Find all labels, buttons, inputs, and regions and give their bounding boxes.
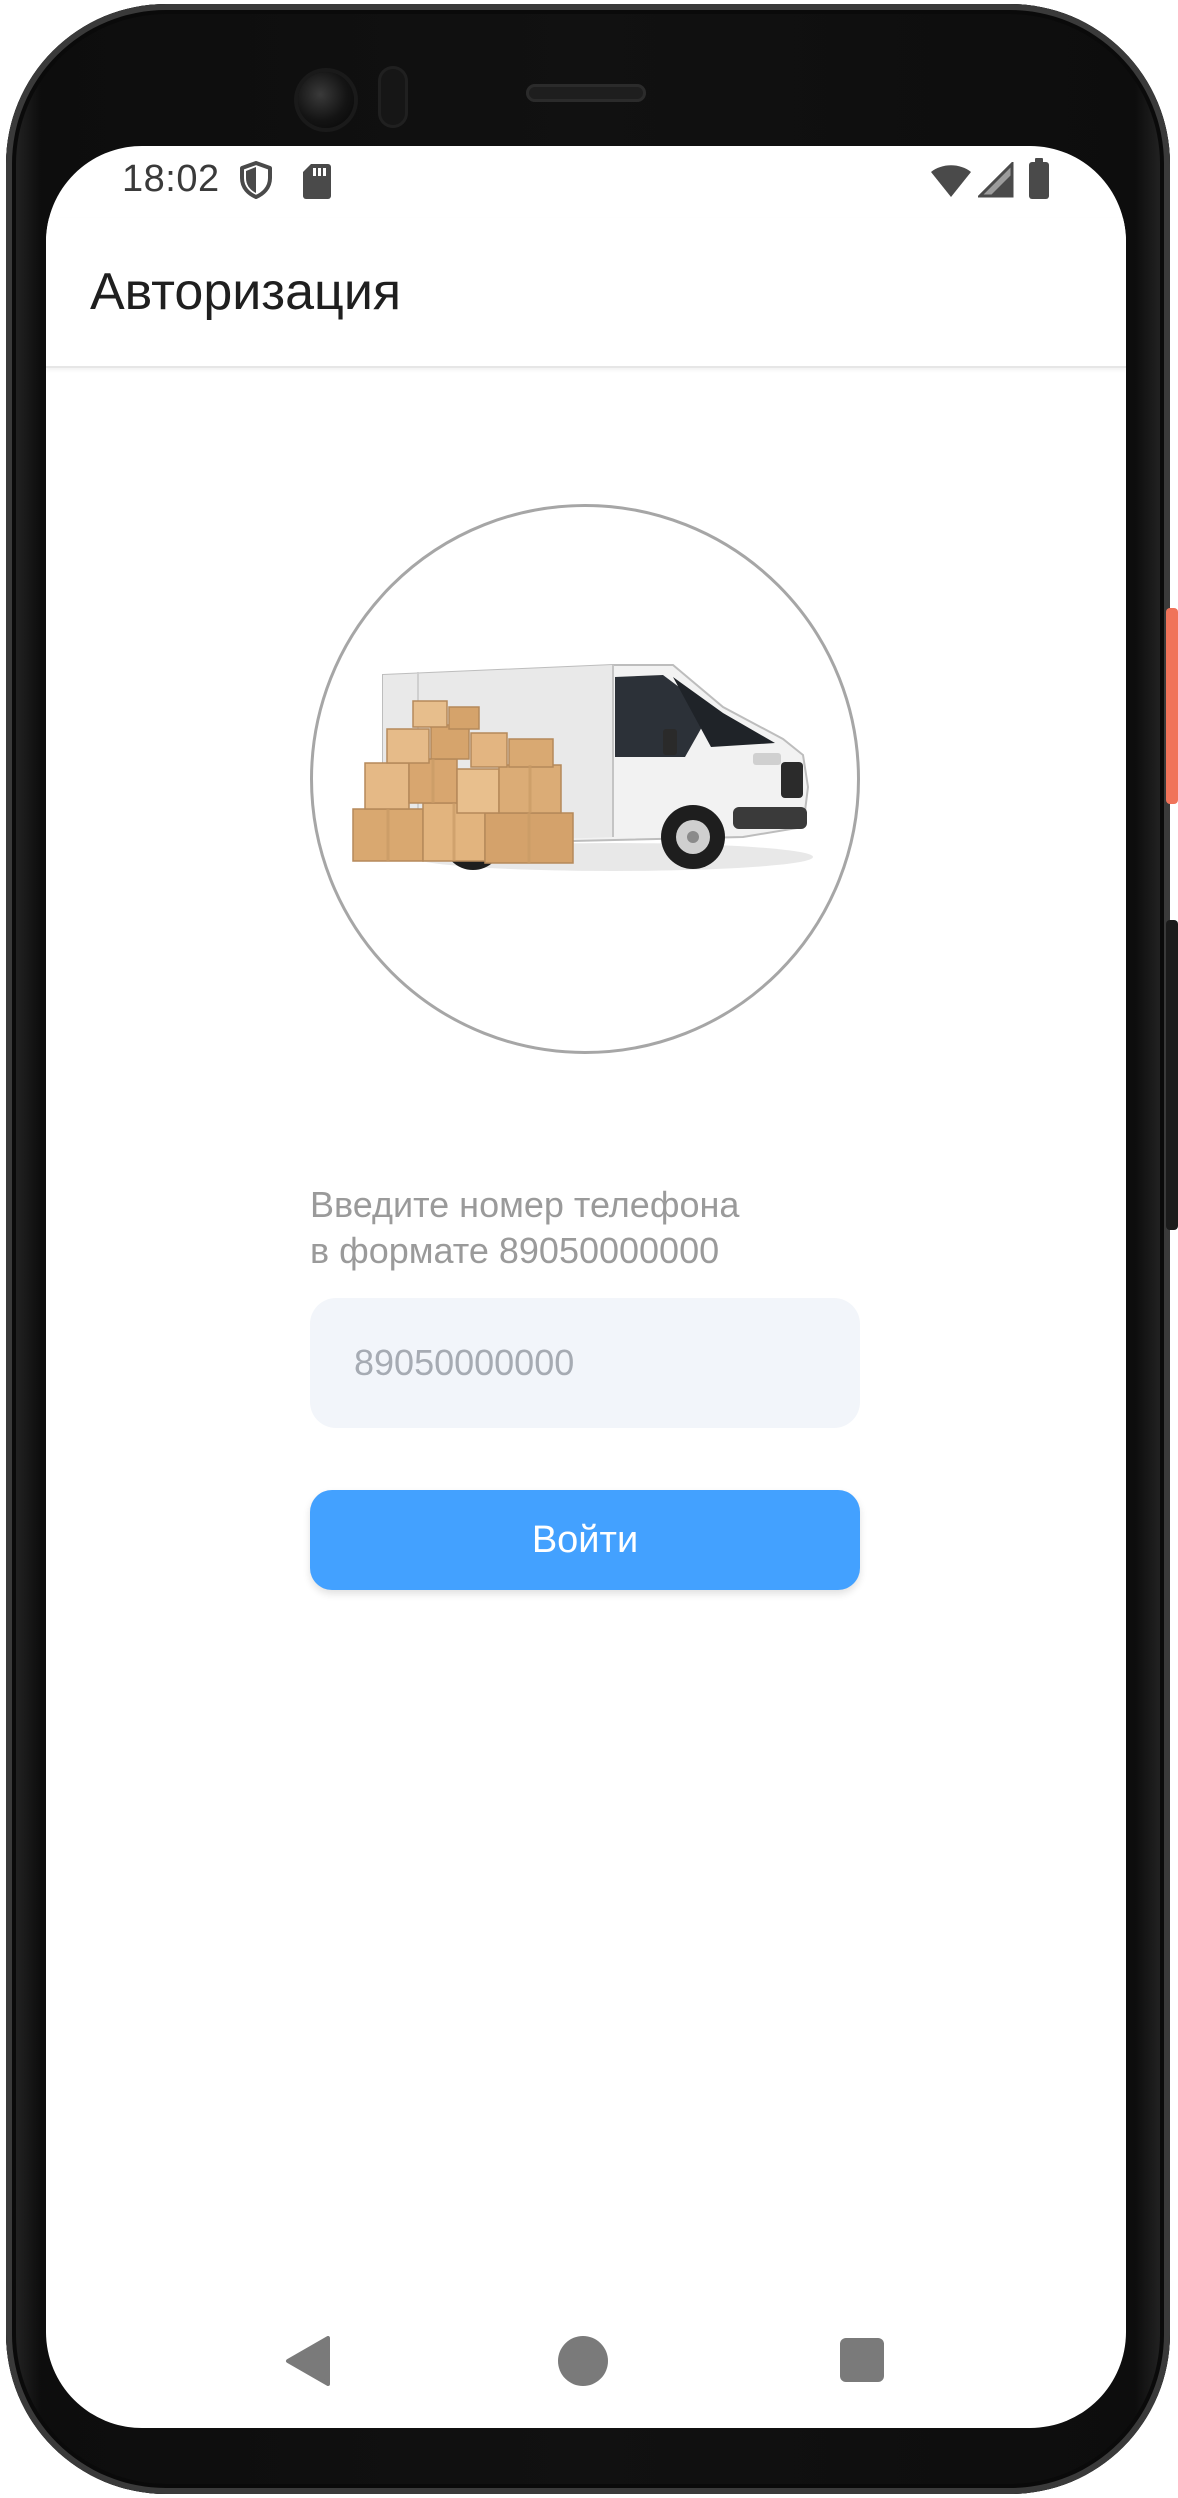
shield-icon [240, 161, 272, 199]
screen: 18:02 Авторизация Введите номер телефона… [46, 146, 1126, 2428]
status-bar: 18:02 [46, 146, 1126, 218]
proximity-sensor [378, 66, 408, 128]
back-icon[interactable] [284, 2336, 334, 2386]
phone-prompt-line2: в формате 89050000000 [310, 1230, 720, 1271]
power-button [1166, 608, 1178, 804]
phone-prompt-line1: Введите номер телефона [310, 1184, 740, 1225]
phone-input[interactable] [310, 1298, 860, 1428]
phone-prompt: Введите номер телефона в формате 8905000… [310, 1182, 910, 1274]
wifi-icon [931, 165, 971, 197]
app-bar: Авторизация [46, 218, 1126, 368]
earpiece-speaker [526, 84, 646, 102]
battery-icon [1029, 158, 1049, 199]
home-icon[interactable] [558, 2336, 608, 2386]
front-camera [298, 72, 354, 128]
volume-button [1166, 920, 1178, 1230]
delivery-van-with-boxes-icon [352, 664, 813, 871]
signal-icon [978, 162, 1014, 198]
delivery-illustration [310, 504, 860, 1054]
login-button[interactable]: Войти [310, 1490, 860, 1590]
recents-icon[interactable] [840, 2338, 884, 2382]
page-title: Авторизация [90, 263, 402, 321]
sd-card-icon [303, 164, 331, 199]
status-time: 18:02 [122, 158, 220, 200]
